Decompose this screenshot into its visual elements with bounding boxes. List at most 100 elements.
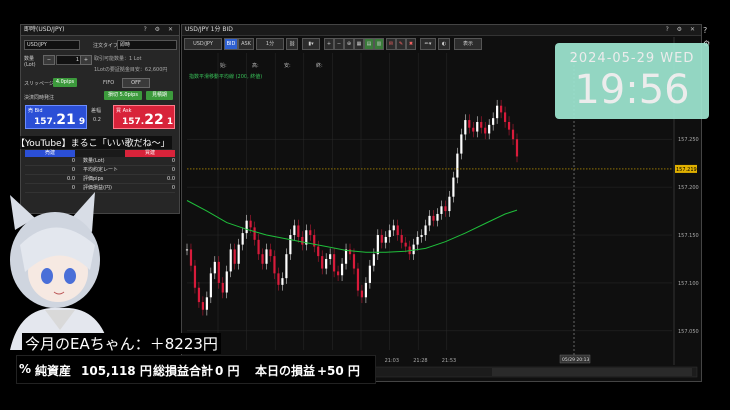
candle	[496, 105, 499, 119]
candle	[185, 249, 189, 251]
candle	[340, 263, 344, 276]
vtuber-avatar	[10, 192, 110, 350]
candle	[380, 235, 383, 243]
candle	[237, 244, 240, 264]
order-type-select[interactable]: 即時	[117, 40, 177, 50]
candle	[396, 225, 399, 236]
candle	[281, 278, 284, 285]
symbol-select[interactable]: USD/JPY	[24, 40, 80, 50]
help-icon[interactable]: ?	[703, 26, 727, 35]
candle	[336, 271, 340, 276]
candle	[364, 282, 368, 298]
qty-input[interactable]: 1	[56, 55, 82, 65]
candle	[348, 249, 352, 255]
order-panel: 即時(USD/JPY) ? ⚙ ✕ USD/JPY 注文タイプ 即時 数量 (L…	[20, 24, 180, 214]
x-tick-label: 21:03	[385, 358, 399, 364]
spread-value: 0.2	[93, 117, 101, 123]
candle	[265, 249, 268, 264]
candle	[221, 282, 224, 293]
slippage-value[interactable]: 4.0pips	[53, 78, 77, 87]
candle	[309, 230, 312, 236]
clock-date: 2024-05-29 WED	[569, 51, 695, 66]
candle	[472, 127, 475, 132]
candle	[193, 265, 197, 288]
candle	[285, 254, 288, 279]
ask-price: 157.22 1	[122, 112, 174, 128]
margin-note: 1Lotの要証拠金目安：62,600円	[94, 67, 168, 73]
tradable-qty-note: 取引可能数量：1 Lot	[94, 56, 142, 62]
candle	[436, 213, 439, 221]
candle	[420, 235, 423, 237]
candle	[245, 220, 248, 234]
ma-line	[186, 200, 518, 253]
fifo-off-button[interactable]: OFF	[122, 78, 150, 88]
candle	[253, 227, 256, 240]
candle	[448, 196, 451, 212]
crosshair-time-label: 05/29 20:13	[562, 357, 590, 363]
x-tick-label: 21:53	[442, 358, 456, 364]
candle	[480, 121, 483, 128]
order-type-label: 注文タイプ	[93, 43, 119, 49]
candle	[317, 246, 320, 257]
pct-sign: %	[19, 362, 32, 376]
qty-label: 数量 (Lot)	[24, 56, 36, 68]
long-header: 買建	[125, 150, 175, 157]
candle	[261, 254, 264, 264]
candle	[217, 261, 220, 283]
candle	[205, 297, 208, 310]
candle	[197, 287, 201, 303]
candle	[360, 290, 364, 298]
table-row: 0.0 評価pips 0.0	[25, 175, 175, 184]
total-pl-value: 0 円	[215, 364, 240, 378]
candle	[325, 258, 328, 269]
candle	[209, 273, 212, 298]
candle	[507, 121, 511, 130]
candle	[503, 112, 507, 122]
candle	[301, 236, 304, 245]
spread-label: 差幅	[91, 108, 102, 114]
candle	[225, 271, 228, 293]
candle	[273, 256, 276, 274]
settle-stop-button[interactable]: 損切 5.0pips	[104, 91, 142, 100]
candle	[484, 127, 487, 134]
candle	[213, 261, 216, 274]
candle	[257, 239, 260, 255]
candle	[297, 225, 300, 237]
candle	[241, 233, 244, 245]
candle	[289, 235, 292, 255]
account-summary-bar: % 純資産 105,118 円 総損益合計 0 円 本日の損益 +50 円	[16, 355, 376, 384]
candle	[400, 235, 403, 243]
clock-time: 19:56	[574, 67, 690, 113]
candle	[388, 230, 391, 237]
settle-estimate-button[interactable]: 見積期	[146, 91, 173, 100]
scrollbar-thumb	[492, 368, 692, 376]
candle	[468, 120, 471, 128]
net-assets-label: 純資産	[35, 364, 72, 378]
y-tick-label: 157.050	[678, 329, 699, 335]
bid-price: 157.21 9	[34, 112, 86, 128]
candle	[464, 120, 467, 135]
candle	[456, 153, 459, 178]
qty-plus-button[interactable]: +	[80, 55, 92, 65]
ask-button[interactable]: 買 Ask 157.22 1	[113, 105, 175, 129]
candle	[189, 249, 193, 266]
short-header: 売建	[25, 150, 75, 157]
bid-button[interactable]: 売 Bid 157.21 9	[25, 105, 87, 129]
window-controls[interactable]: ? ⚙ ✕	[144, 25, 176, 35]
candle	[511, 129, 515, 140]
candle	[344, 249, 348, 264]
candle	[293, 225, 296, 236]
candle	[424, 225, 427, 236]
candle	[277, 273, 280, 285]
candle	[515, 139, 519, 157]
candle	[412, 244, 415, 255]
order-panel-titlebar: 即時(USD/JPY) ? ⚙ ✕	[21, 25, 179, 36]
candle	[492, 118, 495, 125]
candle	[269, 249, 272, 257]
clock-overlay: 2024-05-29 WED 19:56	[555, 43, 709, 119]
y-tick-label: 157.250	[678, 137, 699, 143]
candle	[321, 256, 324, 269]
candle	[372, 254, 375, 266]
qty-minus-button[interactable]: −	[43, 55, 55, 65]
candle	[229, 249, 232, 272]
